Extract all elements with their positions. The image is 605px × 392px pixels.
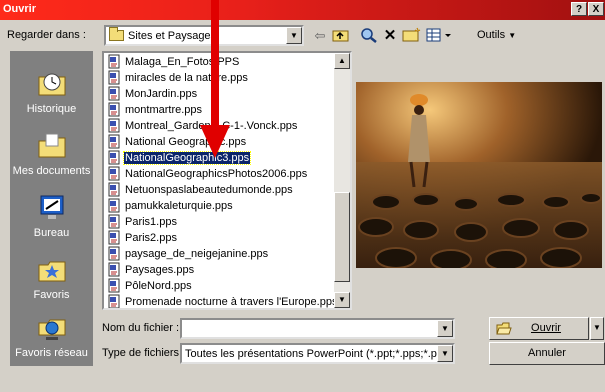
open-folder-icon bbox=[496, 322, 512, 335]
pps-file-icon bbox=[108, 262, 120, 277]
file-name: Paris2.pps bbox=[125, 231, 177, 244]
file-name: Netuonspaslabeautedumonde.pps bbox=[125, 183, 293, 196]
file-row[interactable]: Netuonspaslabeautedumonde.pps bbox=[108, 182, 294, 198]
file-row[interactable]: Paris2.pps bbox=[108, 230, 178, 246]
close-button[interactable]: X bbox=[588, 2, 604, 16]
preview-image bbox=[356, 82, 602, 268]
file-row[interactable]: NationalGeographicsPhotos2006.pps bbox=[108, 166, 308, 182]
history-icon bbox=[38, 73, 65, 96]
new-folder-icon[interactable] bbox=[402, 27, 422, 45]
pps-file-icon bbox=[108, 214, 120, 229]
window-title: Ouvrir bbox=[3, 3, 37, 15]
file-row[interactable]: Paysages.pps bbox=[108, 262, 195, 278]
pps-file-icon bbox=[108, 134, 120, 149]
file-row[interactable]: PôleNord.pps bbox=[108, 278, 193, 294]
pps-file-icon bbox=[108, 246, 120, 261]
file-row[interactable]: Paris1.pps bbox=[108, 214, 178, 230]
back-icon[interactable]: ⇦ bbox=[312, 27, 328, 45]
scroll-down-button[interactable]: ▼ bbox=[334, 292, 350, 308]
pps-file-icon bbox=[108, 70, 120, 85]
place-label: Mes documents bbox=[12, 165, 91, 177]
place-label: Historique bbox=[26, 103, 77, 115]
delete-icon[interactable]: ✕ bbox=[382, 27, 398, 45]
my-documents-icon bbox=[38, 133, 65, 158]
pps-file-icon bbox=[108, 294, 120, 308]
file-row[interactable]: paysage_de_neigejanine.pps bbox=[108, 246, 269, 262]
help-button[interactable]: ? bbox=[571, 2, 587, 16]
file-name: Promenade nocturne à travers l'Europe.pp… bbox=[125, 295, 338, 308]
file-name: PôleNord.pps bbox=[125, 279, 192, 292]
places-bar: Historique Mes documents Bureau Favoris … bbox=[10, 51, 93, 366]
file-name: paysage_de_neigejanine.pps bbox=[125, 247, 269, 260]
file-name: pamukkaleturquie.pps bbox=[125, 199, 233, 212]
pps-file-icon bbox=[108, 182, 120, 197]
chevron-down-icon[interactable]: ▼ bbox=[437, 345, 453, 362]
look-in-label: Regarder dans : bbox=[7, 29, 86, 41]
open-options-button[interactable]: ▼ bbox=[590, 317, 604, 340]
file-name: MonJardin.pps bbox=[125, 87, 198, 100]
pps-file-icon bbox=[108, 198, 120, 213]
file-row[interactable]: montmartre.pps bbox=[108, 102, 203, 118]
chevron-down-icon[interactable]: ▼ bbox=[286, 27, 302, 44]
place-label: Bureau bbox=[33, 227, 70, 239]
cancel-button[interactable]: Annuler bbox=[489, 342, 605, 365]
file-row[interactable]: Promenade nocturne à travers l'Europe.pp… bbox=[108, 294, 338, 308]
pps-file-icon bbox=[108, 278, 120, 293]
place-history[interactable]: Historique bbox=[10, 59, 93, 129]
scroll-up-button[interactable]: ▲ bbox=[334, 53, 350, 69]
pps-file-icon bbox=[108, 150, 120, 165]
place-network-favorites[interactable]: Favoris réseau bbox=[10, 303, 93, 373]
pps-file-icon bbox=[108, 54, 120, 69]
pps-file-icon bbox=[108, 102, 120, 117]
vertical-scrollbar[interactable]: ▲ ▼ bbox=[334, 53, 350, 308]
chevron-down-icon[interactable]: ▼ bbox=[437, 320, 453, 337]
tools-menu[interactable]: Outils ▼ bbox=[477, 29, 516, 41]
up-folder-icon[interactable] bbox=[332, 27, 350, 45]
place-label: Favoris réseau bbox=[15, 347, 88, 359]
favorites-icon bbox=[38, 261, 65, 282]
place-label: Favoris bbox=[33, 289, 70, 301]
pps-file-icon bbox=[108, 230, 120, 245]
file-name: Paris1.pps bbox=[125, 215, 177, 228]
folder-icon bbox=[109, 27, 124, 41]
file-row[interactable]: MonJardin.pps bbox=[108, 86, 198, 102]
place-my-documents[interactable]: Mes documents bbox=[10, 121, 93, 191]
network-favorites-icon bbox=[38, 319, 65, 340]
views-icon[interactable] bbox=[426, 27, 454, 45]
open-button[interactable]: Ouvrir bbox=[489, 317, 589, 340]
file-row[interactable]: pamukkaleturquie.pps bbox=[108, 198, 234, 214]
title-bar: Ouvrir ? X bbox=[0, 0, 605, 20]
filename-label: Nom du fichier : bbox=[102, 322, 180, 334]
pps-file-icon bbox=[108, 166, 120, 181]
pps-file-icon bbox=[108, 118, 120, 133]
annotation-arrow-icon bbox=[200, 0, 230, 158]
file-name: NationalGeographicsPhotos2006.pps bbox=[125, 167, 308, 180]
filetype-select[interactable]: Toutes les présentations PowerPoint (*.p… bbox=[180, 343, 455, 364]
place-desktop[interactable]: Bureau bbox=[10, 183, 93, 253]
file-name: Paysages.pps bbox=[125, 263, 195, 276]
pps-file-icon bbox=[108, 86, 120, 101]
search-web-icon[interactable] bbox=[360, 27, 378, 45]
filename-input[interactable]: ▼ bbox=[180, 318, 455, 339]
filetype-label: Type de fichiers : bbox=[102, 347, 186, 359]
desktop-icon bbox=[40, 195, 63, 219]
scroll-thumb[interactable] bbox=[334, 192, 350, 282]
